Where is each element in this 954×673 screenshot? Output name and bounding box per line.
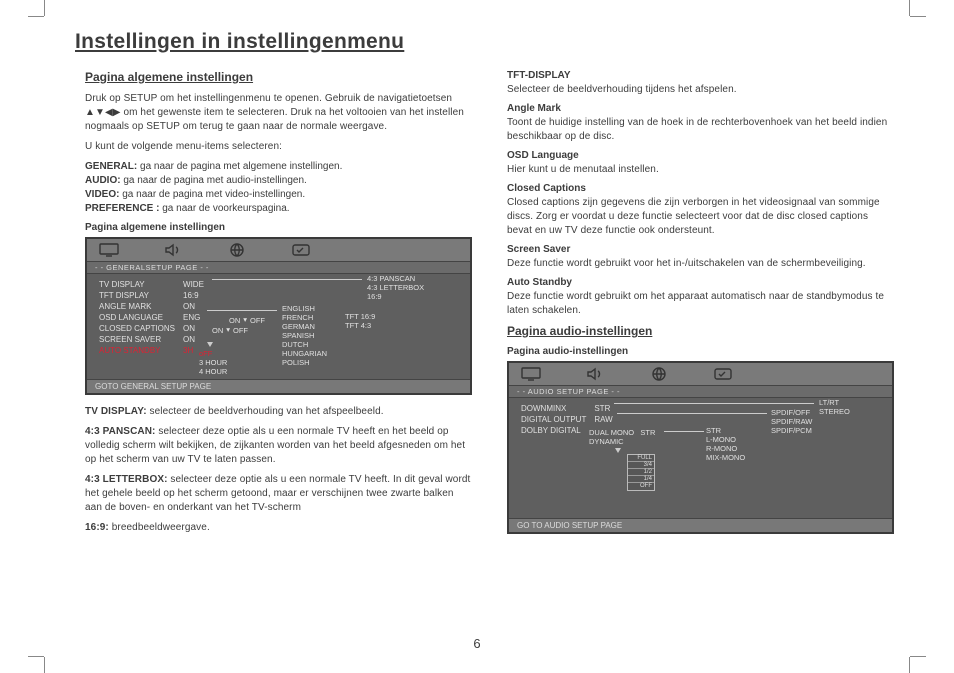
intro-text-2: U kunt de volgende menu-items selecteren…: [85, 140, 472, 154]
osd-general-body: TV DISPLAYWIDE TFT DISPLAY16:9 ANGLE MAR…: [87, 274, 470, 379]
card-icon: [711, 366, 735, 382]
osd-tab-icons: [87, 239, 470, 262]
r169-text: breedbeeldweergave.: [109, 522, 210, 533]
r169-label: 16:9:: [85, 522, 109, 533]
heading-general-settings: Pagina algemene instellingen: [85, 70, 472, 84]
heading-audio-settings: Pagina audio-instellingen: [507, 324, 894, 338]
menu-pref-text: ga naar de voorkeurspagina.: [159, 203, 289, 214]
osd-language-text: Hier kunt u de menutaal instellen.: [507, 163, 894, 177]
tvdisplay-text: selecteer de beeldverhouding van het afs…: [147, 406, 384, 417]
menu-audio-label: AUDIO:: [85, 175, 121, 186]
monitor-icon: [519, 366, 543, 382]
osd-audio-caption: Pagina audio-instellingen: [507, 346, 894, 357]
osd-audio-titlebar: - - AUDIO SETUP PAGE - -: [509, 386, 892, 398]
osd-general-titlebar: - - GENERALSETUP PAGE - -: [87, 262, 470, 274]
screen-saver-label: Screen Saver: [507, 244, 894, 255]
menu-video-text: ga naar de pagina met video-instellingen…: [119, 189, 305, 200]
page-number: 6: [473, 636, 480, 651]
auto-standby-text: Deze functie wordt gebruikt om het appar…: [507, 290, 894, 318]
menu-general-text: ga naar de pagina met algemene instellin…: [137, 161, 342, 172]
osd-general-caption: Pagina algemene instellingen: [85, 222, 472, 233]
angle-mark-text: Toont de huidige instelling van de hoek …: [507, 116, 894, 144]
right-column: TFT-DISPLAY Selecteer de beeldverhouding…: [507, 64, 894, 544]
tft-display-label: TFT-DISPLAY: [507, 70, 894, 81]
closed-captions-label: Closed Captions: [507, 183, 894, 194]
osd-audio-body: DOWNMINXSTR DIGITAL OUTPUTRAW DOLBY DIGI…: [509, 398, 892, 518]
globe-icon: [225, 242, 249, 258]
osd-general-panel: - - GENERALSETUP PAGE - - TV DISPLAYWIDE…: [85, 237, 472, 395]
left-column: Pagina algemene instellingen Druk op SET…: [85, 64, 472, 544]
tft-display-text: Selecteer de beeldverhouding tijdens het…: [507, 83, 894, 97]
menu-general-label: GENERAL:: [85, 161, 137, 172]
osd-language-label: OSD Language: [507, 150, 894, 161]
menu-audio-text: ga naar de pagina met audio-instellingen…: [121, 175, 307, 186]
screen-saver-text: Deze functie wordt gebruikt voor het in-…: [507, 257, 894, 271]
closed-captions-text: Closed captions zijn gegevens die zijn v…: [507, 196, 894, 238]
auto-standby-label: Auto Standby: [507, 277, 894, 288]
menu-video-label: VIDEO:: [85, 189, 119, 200]
tvdisplay-label: TV DISPLAY:: [85, 406, 147, 417]
osd-audio-footer: GO TO AUDIO SETUP PAGE: [509, 518, 892, 532]
page-title: Instellingen in instellingenmenu: [75, 30, 894, 54]
speaker-icon: [161, 242, 185, 258]
menu-category-list: GENERAL: ga naar de pagina met algemene …: [85, 160, 472, 216]
intro-text: Druk op SETUP om het instellingenmenu te…: [85, 92, 472, 134]
letterbox-label: 4:3 LETTERBOX:: [85, 474, 168, 485]
panscan-label: 4:3 PANSCAN:: [85, 426, 155, 437]
dynamic-range-bar: FULL 3/4 1/2 1/4 OFF: [627, 454, 655, 491]
monitor-icon: [97, 242, 121, 258]
osd-general-footer: GOTO GENERAL SETUP PAGE: [87, 379, 470, 393]
osd-audio-tab-icons: [509, 363, 892, 386]
card-icon: [289, 242, 313, 258]
angle-mark-label: Angle Mark: [507, 103, 894, 114]
globe-icon: [647, 366, 671, 382]
speaker-icon: [583, 366, 607, 382]
menu-pref-label: PREFERENCE :: [85, 203, 159, 214]
osd-audio-panel: - - AUDIO SETUP PAGE - - DOWNMINXSTR DIG…: [507, 361, 894, 534]
